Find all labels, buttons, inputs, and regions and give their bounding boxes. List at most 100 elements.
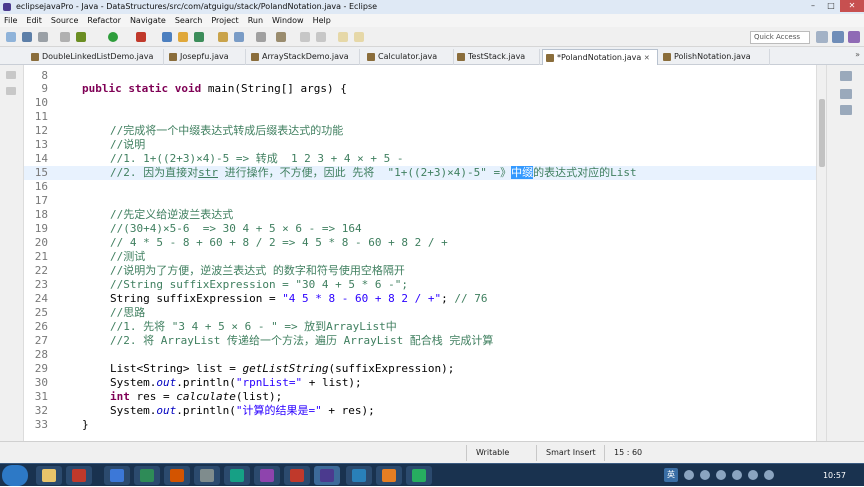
tab-arraystackdemo[interactable]: ArrayStackDemo.java [248,49,360,65]
save-icon[interactable] [22,32,32,42]
new-icon[interactable] [6,32,16,42]
quick-access-input[interactable]: Quick Access [750,31,810,44]
code-text: String suffixExpression = "4 5 * 8 - 60 … [110,292,488,306]
menu-project[interactable]: Project [211,14,238,27]
code-line: 13 //说明 [24,138,816,152]
comment-word: str [198,166,218,179]
tab-doublelinkedlistdemo[interactable]: DoubleLinkedListDemo.java [28,49,164,65]
menu-refactor[interactable]: Refactor [87,14,121,27]
ime-indicator[interactable]: 英 [664,468,678,482]
menu-window[interactable]: Window [272,14,304,27]
open-perspective-icon[interactable] [816,31,828,43]
back-icon[interactable] [338,32,348,42]
status-bar: Writable Smart Insert 15 : 60 [0,441,864,463]
tray-icon[interactable] [732,470,742,480]
code-line: 20 // 4 * 5 - 8 + 60 + 8 / 2 => 4 5 * 8 -… [24,236,816,250]
code-line: 28 [24,348,816,362]
close-tab-icon[interactable]: ✕ [644,54,650,62]
tray-icon[interactable] [684,470,694,480]
volume-icon[interactable] [764,470,774,480]
taskbar-app-eclipse[interactable] [314,466,340,485]
string-literal: "rpnList=" [235,376,303,389]
code-line: 17 [24,194,816,208]
new-java-project-icon[interactable] [162,32,172,42]
network-icon[interactable] [748,470,758,480]
comment-text: 的表达式对应的List [533,166,637,179]
taskbar-app[interactable] [406,466,432,485]
search-icon[interactable] [234,32,244,42]
tab-teststack[interactable]: TestStack.java [454,49,540,65]
code-line: 9 public static void main(String[] args) … [24,82,816,96]
run-icon[interactable] [108,32,118,42]
taskbar-app[interactable] [376,466,402,485]
menu-file[interactable]: File [4,14,17,27]
java-ee-perspective-icon[interactable] [832,31,844,43]
taskbar-app[interactable] [66,466,92,485]
debug-icon[interactable] [76,32,86,42]
taskbar-app[interactable] [284,466,310,485]
tab-josepfu[interactable]: Josepfu.java [166,49,246,65]
minimize-button[interactable]: – [804,0,822,12]
powerpoint-icon [170,469,184,482]
taskbar-app[interactable] [194,466,220,485]
java-file-icon [169,53,177,61]
line-number: 8 [41,69,48,82]
menu-navigate[interactable]: Navigate [130,14,166,27]
code-line: 32 System.out.println("计算的结果是=" + res); [24,404,816,418]
scrollbar-thumb[interactable] [819,99,825,167]
tab-polandnotation[interactable]: *PolandNotation.java ✕ [542,49,658,65]
taskbar-app[interactable] [224,466,250,485]
next-annotation-icon[interactable] [300,32,310,42]
taskbar-app[interactable] [36,466,62,485]
maximize-button[interactable]: □ [822,0,840,12]
close-window-button[interactable]: ✕ [840,0,864,12]
taskbar-app[interactable] [164,466,190,485]
start-button[interactable] [2,465,28,486]
annotation-icon[interactable] [256,32,266,42]
string-literal: "计算的结果是=" [235,404,322,417]
external-tools-icon[interactable] [136,32,146,42]
taskbar-app[interactable] [254,466,280,485]
tab-calculator[interactable]: Calculator.java [364,49,454,65]
package-explorer-icon[interactable] [6,87,16,95]
code-line: 29 List<String> list = getListString(suff… [24,362,816,376]
open-type-icon[interactable] [218,32,228,42]
pin-icon[interactable] [276,32,286,42]
new-class-icon[interactable] [194,32,204,42]
tray-icon[interactable] [700,470,710,480]
line-number: 26 [34,320,48,333]
outline-view-icon[interactable] [840,89,852,99]
taskbar-app[interactable] [346,466,372,485]
menu-edit[interactable]: Edit [26,14,42,27]
menu-source[interactable]: Source [51,14,78,27]
java-perspective-icon[interactable] [848,31,860,43]
forward-icon[interactable] [354,32,364,42]
code-editor[interactable]: 8 9 public static void main(String[] args… [24,65,816,441]
line-number: 14 [34,152,48,165]
new-package-icon[interactable] [178,32,188,42]
taskbar-app[interactable] [104,466,130,485]
tray-icon[interactable] [716,470,726,480]
restore-icon[interactable] [6,71,16,79]
task-list-icon[interactable] [840,105,852,115]
save-all-icon[interactable] [38,32,48,42]
code-text: System. [110,376,157,389]
clock[interactable]: 10:57 [823,464,846,487]
menu-run[interactable]: Run [248,14,263,27]
line-number: 24 [34,292,48,305]
previous-annotation-icon[interactable] [316,32,326,42]
excel-icon [140,469,154,482]
tab-polishnotation[interactable]: PolishNotation.java [660,49,770,65]
menu-search[interactable]: Search [175,14,202,27]
tab-overflow-icon[interactable]: » [855,50,860,59]
line-number: 19 [34,222,48,235]
menu-help[interactable]: Help [313,14,331,27]
right-trim-bar [826,65,864,441]
code-text: .println( [176,376,236,389]
code-line: 26 //1. 先将 "3 4 + 5 × 6 - " => 放到ArrayLis… [24,320,816,334]
editor-vertical-scrollbar[interactable] [816,65,826,441]
taskbar-app[interactable] [134,466,160,485]
java-file-icon [251,53,259,61]
restore-icon[interactable] [840,71,852,81]
skip-breakpoints-icon[interactable] [60,32,70,42]
